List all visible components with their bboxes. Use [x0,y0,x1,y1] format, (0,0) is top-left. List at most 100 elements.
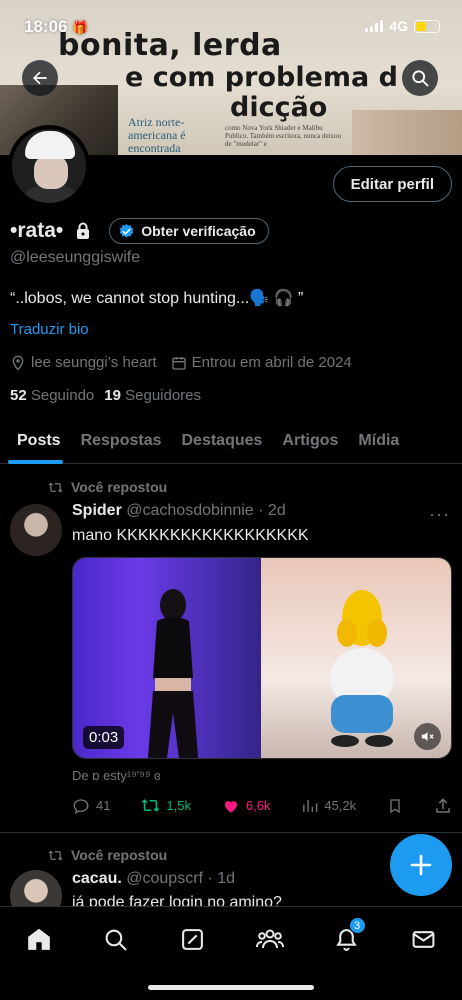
banner-headline-2: e com problema d [125,62,398,93]
post-text: mano KKKKKKKKKKKKKKKKKK [72,527,309,544]
joined-item: Entrou em abril de 2024 [171,354,352,371]
video-credit[interactable]: De ɒ esty¹⁹'⁹⁹ ɞ [72,768,161,783]
post-divider [0,832,462,833]
search-button[interactable] [402,60,438,96]
compose-button[interactable] [390,834,452,896]
repost-icon [48,849,63,861]
profile-meta: lee seunggi’s heart Entrou em abril de 2… [10,354,352,371]
bookmark-icon [390,798,400,813]
verify-label: Obter verificação [141,223,256,239]
views-count: 45,2k [324,798,357,813]
followers-count: 19 [104,387,121,404]
mute-button[interactable] [414,723,441,750]
nav-messages[interactable] [404,923,444,955]
search-nav-icon [105,929,127,951]
home-indicator [148,985,314,990]
communities-icon [255,929,284,949]
status-right: 4G [365,18,440,34]
share-button[interactable] [434,797,452,815]
location-item: lee seunggi’s heart [10,354,157,371]
bookmark-button[interactable] [387,797,403,815]
repost-label-2: Você repostou [71,847,168,863]
tab-media[interactable]: Mídia [348,418,409,463]
post-header-2: cacau. @coupscrf · 1d [72,870,235,888]
name-row: •rata• Obter verificação [10,218,269,244]
nav-grok[interactable] [173,923,213,955]
gift-icon: 🎁 [72,20,89,35]
nav-notifications[interactable]: 3 [327,917,367,955]
network-label: 4G [389,18,408,34]
post-author-handle-2[interactable]: @coupscrf [126,870,203,887]
post-author-name[interactable]: Spider [72,502,122,519]
signal-icon [365,20,384,32]
post-author-handle[interactable]: @cachosdobinnie [126,502,253,519]
nav-explore[interactable] [96,923,136,955]
status-time-text: 18:06 [24,17,68,36]
repost-count: 1,5k [166,798,191,813]
speaker-muted-icon [421,732,434,741]
location-text: lee seunggi’s heart [31,354,157,371]
verified-badge-icon [120,223,134,238]
search-icon [412,70,429,87]
nav-communities[interactable] [250,923,290,955]
following-link[interactable]: 52 Seguindo [10,387,94,404]
lock-icon [77,222,90,239]
post-author-avatar[interactable] [10,504,62,556]
dancer-figure [148,589,198,758]
banner-caption: Atriz norte-americana é encontrada [128,115,186,155]
nav-home[interactable] [19,923,59,955]
status-time: 18:06 🎁 [24,17,88,37]
post-actions: 41 1,5k 6,6k 45,2k [72,796,452,815]
banner-photo-right [352,110,462,155]
repost-indicator-2: Você repostou [48,847,167,863]
back-button[interactable] [22,60,58,96]
banner-headline-3: dicção [230,92,328,123]
post-video[interactable]: 0:03 [72,557,452,759]
mail-icon [412,930,435,948]
banner-small-text: como Nova York Shiader e Malibu Publico.… [225,124,342,148]
profile-handle: @leeseunggiswife [10,249,141,266]
grok-icon [182,928,203,950]
repost-icon [48,481,63,493]
followers-link[interactable]: 19 Seguidores [104,387,201,404]
repost-indicator: Você repostou [48,479,167,495]
edit-profile-button[interactable]: Editar perfil [332,166,452,202]
followers-label: Seguidores [125,387,202,404]
home-icon [27,928,50,950]
post-author-name-2[interactable]: cacau. [72,870,122,887]
views-chart-icon [303,799,318,812]
tab-highlights[interactable]: Destaques [172,418,273,463]
location-pin-icon [12,355,24,371]
post-header: Spider @cachosdobinnie · 2d [72,502,286,520]
share-icon [436,797,450,813]
tab-posts[interactable]: Posts [0,418,71,464]
profile-tabs: Posts Respostas Destaques Artigos Mídia [0,418,462,464]
views-button[interactable]: 45,2k [301,797,356,814]
battery-icon [414,19,440,33]
tab-replies[interactable]: Respostas [71,418,172,463]
reply-button[interactable]: 41 [72,797,110,815]
like-button[interactable]: 6,6k [222,797,271,815]
repost-label: Você repostou [71,479,168,495]
heart-filled-icon [224,800,237,813]
follow-stats: 52 Seguindo 19 Seguidores [10,387,201,404]
status-bar: 18:06 🎁 4G [0,0,462,50]
arrow-left-icon [33,71,47,85]
profile-bio: “..lobos, we cannot stop hunting...🗣️ 🎧 … [10,288,303,308]
tab-articles[interactable]: Artigos [272,418,348,463]
translate-bio-link[interactable]: Traduzir bio [10,321,89,338]
joined-text: Entrou em abril de 2024 [191,354,352,371]
video-duration: 0:03 [83,726,125,749]
calendar-icon [171,356,186,370]
profile-name: •rata• [10,219,64,242]
notifications-badge: 3 [348,917,366,934]
repost-button[interactable]: 1,5k [141,796,191,815]
repost-action-icon [142,799,160,812]
profile-avatar[interactable] [8,125,90,207]
get-verified-button[interactable]: Obter verificação [109,218,269,244]
like-count: 6,6k [245,798,271,813]
more-options-icon[interactable]: ··· [429,504,450,525]
plus-icon [410,854,432,876]
post-time: · 2d [258,502,286,519]
reply-count: 41 [96,798,111,813]
